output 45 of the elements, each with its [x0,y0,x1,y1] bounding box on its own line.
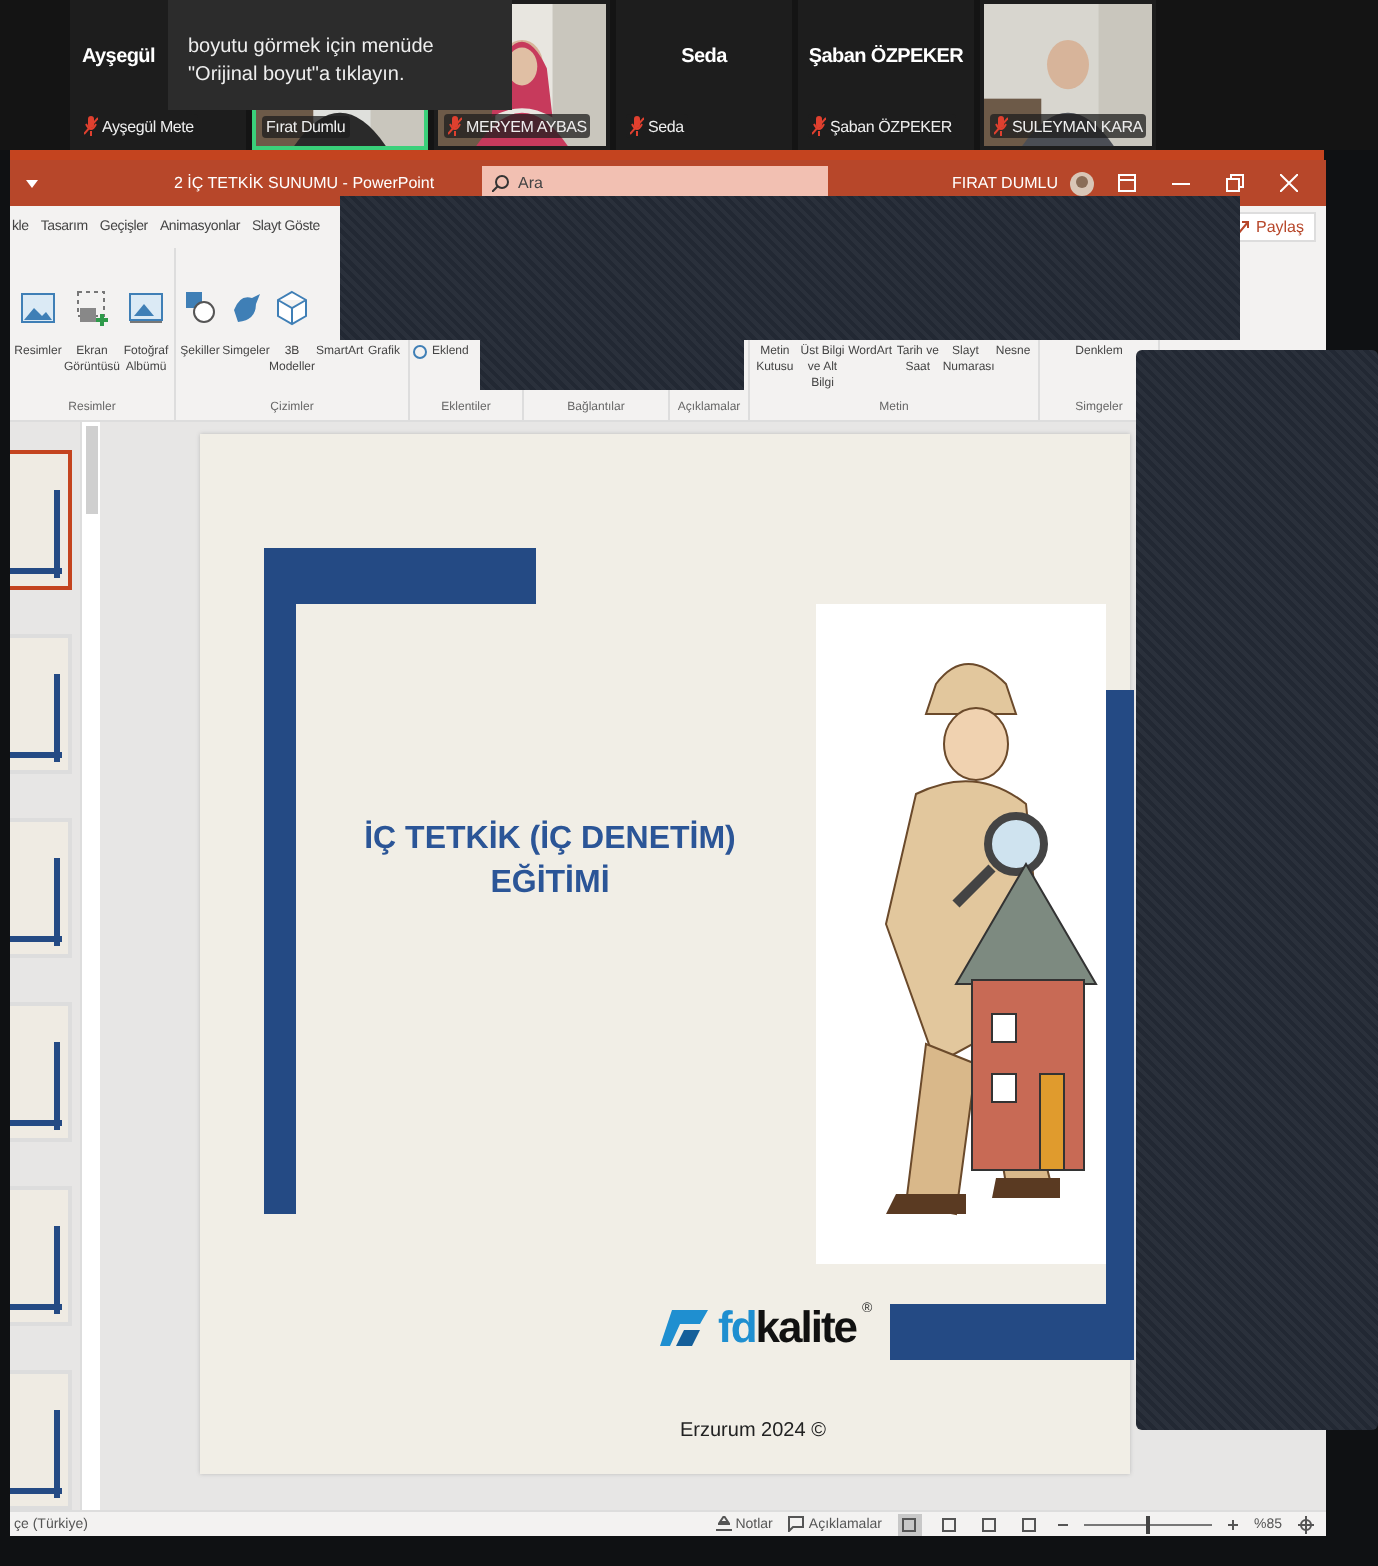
participant-caption: Ayşegül [82,46,155,68]
participant-caption: Şaban ÖZPEKER [808,46,964,68]
bird-icon [230,290,262,327]
participant-name: MERYEM AYBAS [466,117,587,135]
zoom-in-icon[interactable] [1227,1519,1238,1530]
addin-icon [412,344,428,361]
participant-name: Fırat Dumlu [266,118,346,136]
slide-footer: Erzurum 2024 © [680,1420,826,1443]
slide-thumbnail[interactable] [10,450,72,591]
shapes-icon [184,290,216,327]
muted-microphone-icon [448,116,462,136]
view-button[interactable] [1017,1513,1042,1536]
view-button[interactable] [937,1513,962,1536]
participant-caption: Seda [681,46,727,68]
avatar-icon [1070,171,1094,196]
comment-icon [788,1516,805,1533]
close-icon [1280,174,1298,193]
share-icon [1235,219,1250,236]
muted-microphone-icon [84,116,98,136]
fit-slide-icon[interactable] [1298,1515,1314,1534]
slide-title: İÇ TETKİK (İÇ DENETİM) EĞİTİMİ [362,818,738,905]
scrollbar[interactable] [80,422,100,1511]
user-name: FIRAT DUMLU [951,174,1058,193]
view-button[interactable] [977,1513,1002,1536]
logo-icon [660,1306,712,1351]
notes-icon [715,1516,732,1533]
picture-icon [20,292,56,325]
muted-microphone-icon [994,116,1008,136]
zoom-thumb[interactable] [1145,1515,1150,1534]
participant-name: SULEYMAN KARA [1012,117,1143,135]
window-title: 2 İÇ TETKİK SUNUMU - PowerPoint [174,173,437,194]
ribbon-display-icon [1118,174,1136,193]
view-button[interactable] [897,1513,922,1536]
tooltip: boyutu görmek için menüde "Orijinal boyut"a tıklayın. [168,0,512,110]
muted-microphone-icon [630,116,644,136]
photo-album-icon [128,292,164,325]
participant-name: Seda [648,117,684,135]
caret-icon[interactable] [26,177,38,190]
muted-microphone-icon [812,116,826,136]
screenshot-icon [74,290,110,327]
cube-icon [276,290,308,327]
restore-icon [1226,174,1244,193]
zoom-out-icon[interactable] [1057,1519,1068,1530]
participant-name: Ayşegül Mete [102,117,194,135]
participant-name: Şaban ÖZPEKER [830,117,952,135]
